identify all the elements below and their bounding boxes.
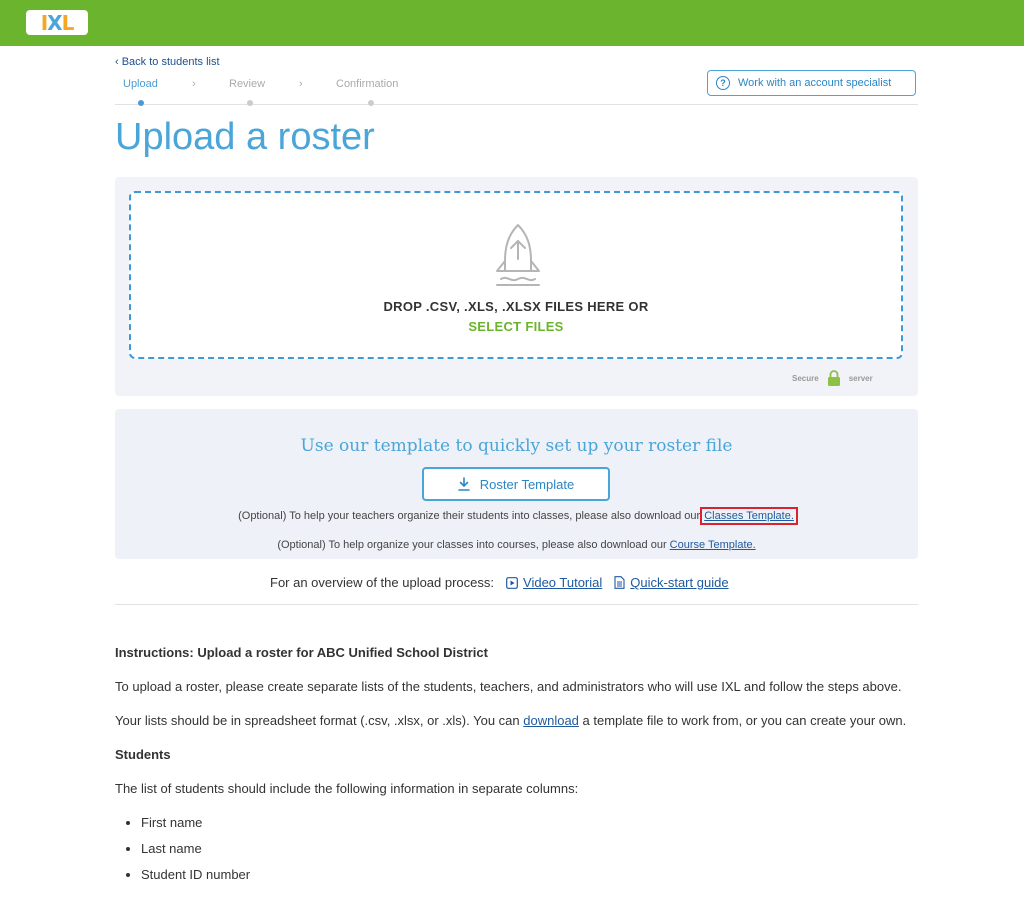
template-panel: Use our template to quickly set up your … xyxy=(115,409,918,559)
quick-start-guide-link[interactable]: Quick-start guide xyxy=(614,575,729,590)
download-icon xyxy=(457,477,470,491)
document-icon xyxy=(614,576,625,589)
roster-template-button[interactable]: Roster Template xyxy=(422,467,610,501)
step-review: Review xyxy=(229,78,266,90)
dropzone-instruction: DROP .CSV, .XLS, .XLSX FILES HERE OR xyxy=(383,299,649,314)
play-icon xyxy=(506,576,518,589)
account-specialist-button[interactable]: ? Work with an account specialist xyxy=(707,70,916,96)
overview-row: For an overview of the upload process: V… xyxy=(270,575,729,590)
page-title: Upload a roster xyxy=(115,116,375,158)
step-separator: › xyxy=(192,78,196,90)
list-item: Student ID number xyxy=(141,866,915,884)
divider xyxy=(115,604,918,605)
download-link[interactable]: download xyxy=(523,713,579,728)
step-separator: › xyxy=(299,78,303,90)
select-files-button[interactable]: SELECT FILES xyxy=(131,319,901,334)
top-bar: IXL xyxy=(0,0,1024,46)
student-fields-list: First name Last name Student ID number xyxy=(115,814,915,884)
students-intro: The list of students should include the … xyxy=(115,781,579,796)
account-specialist-label: Work with an account specialist xyxy=(738,77,892,89)
overview-label: For an overview of the upload process: xyxy=(270,575,495,590)
step-dot-review xyxy=(247,100,253,106)
students-heading: Students xyxy=(115,747,171,762)
format-paragraph: Your lists should be in spreadsheet form… xyxy=(115,712,915,730)
format-text-before: Your lists should be in spreadsheet form… xyxy=(115,713,524,728)
instructions-section: Instructions: Upload a roster for ABC Un… xyxy=(115,644,915,892)
format-text-after: a template file to work from, or you can… xyxy=(578,713,907,728)
quick-start-guide-label: Quick-start guide xyxy=(630,575,729,590)
rocket-upload-icon xyxy=(496,224,540,286)
optional-courses-text: (Optional) To help organize your classes… xyxy=(277,539,670,551)
back-to-students-link[interactable]: ‹ Back to students list xyxy=(115,56,220,68)
secure-label: Secure xyxy=(792,373,819,383)
optional-courses-note: (Optional) To help organize your classes… xyxy=(115,539,918,551)
secure-server-badge: Secure server xyxy=(792,370,873,386)
optional-classes-note: (Optional) To help your teachers organiz… xyxy=(115,507,918,525)
lock-icon xyxy=(827,370,840,386)
file-dropzone[interactable]: DROP .CSV, .XLS, .XLSX FILES HERE OR SEL… xyxy=(129,191,903,359)
server-label: server xyxy=(848,373,873,383)
course-template-link[interactable]: Course Template. xyxy=(670,539,756,551)
step-dot-confirmation xyxy=(368,100,374,106)
instructions-heading: Instructions: Upload a roster for ABC Un… xyxy=(115,645,488,660)
step-dot-upload xyxy=(138,100,144,106)
question-bubble-icon: ? xyxy=(716,76,730,90)
video-tutorial-label: Video Tutorial xyxy=(523,575,603,590)
list-item: First name xyxy=(141,814,915,832)
ixl-logo[interactable]: IXL xyxy=(26,10,88,35)
step-upload: Upload xyxy=(123,78,158,90)
list-item: Last name xyxy=(141,840,915,858)
instructions-paragraph: To upload a roster, please create separa… xyxy=(115,679,902,694)
optional-classes-text: (Optional) To help your teachers organiz… xyxy=(238,510,704,522)
template-heading: Use our template to quickly set up your … xyxy=(300,436,733,456)
upload-panel: DROP .CSV, .XLS, .XLSX FILES HERE OR SEL… xyxy=(115,177,918,396)
classes-template-link[interactable]: Classes Template. xyxy=(700,507,798,525)
roster-template-label: Roster Template xyxy=(479,476,575,492)
step-confirmation: Confirmation xyxy=(336,78,399,90)
video-tutorial-link[interactable]: Video Tutorial xyxy=(506,575,602,590)
